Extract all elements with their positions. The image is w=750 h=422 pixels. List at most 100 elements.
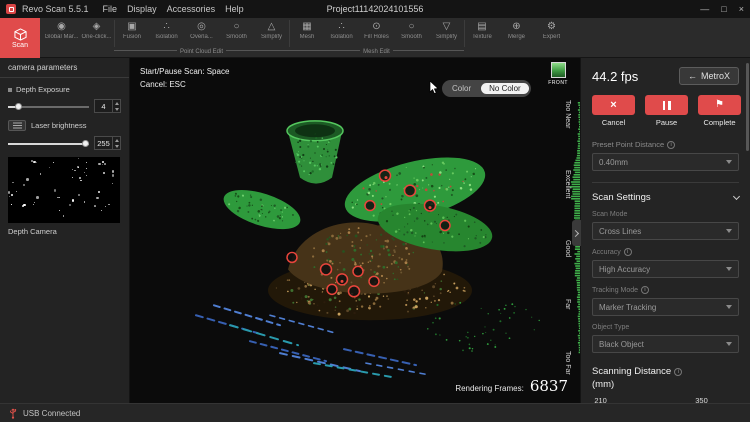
camera-parameters-panel: camera parameters Depth Exposure 4 Laser… [0,58,130,403]
toolbar-button-simplify[interactable]: △Simplify [254,20,289,47]
hint-cancel: Cancel: ESC [140,78,229,91]
toolbar-buttons: ◉Global Mar... ◈One-click... ▣Fusion ∴Is… [44,20,569,47]
toolbar-button-texture[interactable]: ▤Texture [464,20,499,47]
toolbar-button-expert[interactable]: ⚙Expert [534,20,569,47]
accuracy-dropdown[interactable]: High Accuracy [592,260,739,278]
complete-label: Complete [703,118,735,127]
tracking-mode-dropdown[interactable]: Marker Tracking [592,298,739,316]
toolbar-button-mesh-simplify[interactable]: ▽Simplify [429,20,464,47]
info-icon[interactable] [667,141,675,149]
stepper-down-icon[interactable] [113,143,120,149]
depth-exposure-label: Depth Exposure [16,85,70,94]
scan-3d-view[interactable] [130,58,580,403]
toolbar-button-mesh-smooth[interactable]: ○Smooth [394,20,429,47]
project-title: Project11142024101556 [327,4,424,14]
chevron-down-icon [726,229,732,233]
toolbar-button-isolation[interactable]: ∴Isolation [149,20,184,47]
info-icon[interactable] [641,286,649,294]
depth-camera-label: Depth Camera [8,227,121,236]
scan-mode-dropdown[interactable]: Cross Lines [592,222,739,240]
rendering-frames-value: 6837 [530,377,568,395]
no-color-option[interactable]: No Color [481,83,529,94]
depth-exposure-slider-handle[interactable] [15,103,22,110]
toolbar-button-merge[interactable]: ⊕Merge [499,20,534,47]
color-toggle: Color No Color [442,80,531,97]
toolbar-button-one-click[interactable]: ◈One-click... [79,20,114,47]
overlap-icon: ◎ [197,20,206,34]
scanning-distance-title: Scanning Distance [592,366,671,377]
toolbar-button-fusion[interactable]: ▣Fusion [114,20,149,47]
expert-icon: ⚙ [547,20,556,34]
info-icon[interactable] [674,368,682,376]
smooth-icon: ○ [233,20,239,34]
panel-collapse-handle[interactable] [572,220,581,246]
metrox-button[interactable]: MetroX [679,67,739,85]
mesh-icon: ▦ [302,20,311,34]
orientation-label: FRONT [548,80,568,86]
maximize-icon[interactable]: □ [721,4,726,14]
scan-control-panel: 44.2 fps MetroX × Cancel Pause ⚑ Complet… [580,58,750,403]
toolbar-button-fill-holes[interactable]: ⊙Fill Holes [359,20,394,47]
color-option[interactable]: Color [444,83,479,94]
merge-icon: ⊕ [512,20,520,34]
toolbar: Scan ◉Global Mar... ◈One-click... ▣Fusio… [0,18,750,58]
menubar: File Display Accessories Help [103,4,244,14]
menu-file[interactable]: File [103,4,118,14]
preset-point-distance-label: Preset Point Distance [592,140,664,149]
laser-brightness-slider-handle[interactable] [82,140,89,147]
chevron-down-icon [726,267,732,271]
section-bullet-icon [8,88,12,92]
toolbar-button-global-markers[interactable]: ◉Global Mar... [44,20,79,47]
laser-brightness-slider[interactable] [8,138,89,148]
one-click-icon: ◈ [93,20,101,34]
accuracy-label: Accuracy [592,249,621,256]
panel-scrollbar[interactable] [746,63,749,151]
scan-hints: Start/Pause Scan: Space Cancel: ESC [140,65,229,91]
mesh-isolation-icon: ∴ [338,20,344,34]
view-orientation-indicator[interactable]: FRONT [548,62,568,86]
depth-camera-preview [8,157,120,223]
menu-help[interactable]: Help [225,4,244,14]
pause-button[interactable] [645,95,688,115]
tracking-mode-label: Tracking Mode [592,287,638,294]
toolbar-button-overlap[interactable]: ◎Overla... [184,20,219,47]
object-type-dropdown[interactable]: Black Object [592,335,739,353]
complete-button[interactable]: ⚑ [698,95,741,115]
close-icon[interactable]: × [739,4,744,14]
scanning-distance-unit: (mm) [592,379,739,390]
scan-viewport[interactable]: Start/Pause Scan: Space Cancel: ESC Colo… [130,58,580,403]
mesh-simplify-icon: ▽ [443,20,451,34]
cancel-label: Cancel [602,118,625,127]
depth-exposure-stepper[interactable]: 4 [94,99,121,113]
menu-display[interactable]: Display [127,4,157,14]
stepper-down-icon[interactable] [113,106,120,112]
titlebar: Revo Scan 5.5.1 File Display Accessories… [0,0,750,18]
laser-auto-button[interactable] [8,120,26,131]
statusbar: USB Connected [0,403,750,422]
texture-icon: ▤ [477,20,486,34]
cancel-button[interactable]: × [592,95,635,115]
window-controls: — □ × [700,4,744,14]
group-label-mesh-edit: Mesh Edit [289,47,464,57]
minimize-icon[interactable]: — [700,4,709,14]
laser-brightness-stepper[interactable]: 255 [94,136,121,150]
depth-exposure-slider[interactable] [8,101,89,111]
toolbar-button-mesh-isolation[interactable]: ∴Isolation [324,20,359,47]
divider [592,182,739,183]
fusion-icon: ▣ [127,20,136,34]
scan-tab[interactable]: Scan [0,18,40,58]
info-icon[interactable] [624,248,632,256]
preset-point-distance-dropdown[interactable]: 0.40mm [592,153,739,171]
menu-accessories[interactable]: Accessories [167,4,216,14]
orientation-cube-icon [551,62,566,78]
simplify-icon: △ [268,20,276,34]
cancel-x-icon: × [610,100,616,111]
pause-icon [663,101,666,110]
toolbar-button-smooth[interactable]: ○Smooth [219,20,254,47]
toolbar-button-mesh[interactable]: ▦Mesh [289,20,324,47]
group-label-point-cloud-edit: Point Cloud Edit [114,47,289,57]
chevron-down-icon[interactable] [733,192,740,199]
arrow-left-icon [688,71,697,81]
chevron-down-icon [726,160,732,164]
laser-brightness-label: Laser brightness [31,121,86,130]
